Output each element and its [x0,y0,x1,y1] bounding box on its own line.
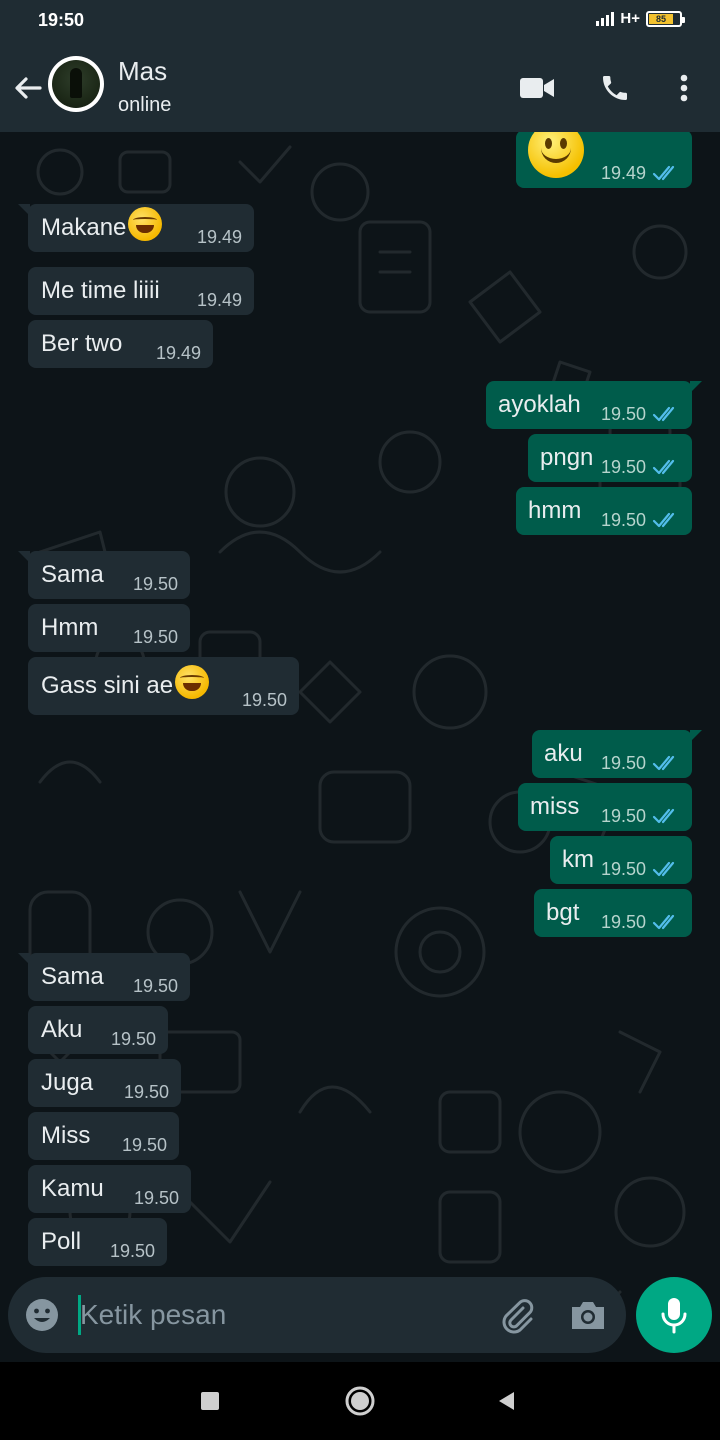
attach-icon[interactable] [496,1295,536,1335]
message-bubble-out[interactable]: pngn 19.50 [528,434,692,482]
message-time: 19.49 [600,163,646,183]
message-bubble-in[interactable]: Juga 19.50 [28,1059,181,1107]
message-bubble-in[interactable]: Me time liiii 19.49 [28,267,254,315]
message-time: 19.50 [132,627,178,647]
message-time: 19.50 [600,404,646,424]
message-time: 19.50 [132,976,178,996]
read-ticks-icon [652,459,675,475]
network-type: H+ [620,10,640,27]
message-time: 19.50 [241,690,287,710]
message-time: 19.49 [155,343,201,363]
contact-status: online [118,94,172,116]
contact-name[interactable]: Mas [118,56,167,87]
message-text: Juga [41,1069,94,1096]
more-options-icon[interactable] [662,66,706,110]
message-time: 19.49 [196,290,242,310]
message-text: pngn [540,444,594,471]
message-bubble-out[interactable]: 19.49 [516,132,692,188]
message-time: 19.50 [133,1188,179,1208]
battery-icon: 85 [646,10,685,27]
emoji-icon[interactable] [24,1297,60,1333]
nav-recents-icon[interactable] [190,1381,230,1421]
phone-icon[interactable] [593,66,637,110]
message-text: aku [544,740,583,767]
message-text: Sama [41,561,104,588]
system-nav-bar [0,1362,720,1440]
message-text: km [562,846,594,873]
message-text: Hmm [41,614,99,641]
message-text: Me time liiii [41,277,160,304]
message-bubble-in[interactable]: Kamu 19.50 [28,1165,191,1213]
message-text: Makane [41,214,127,241]
chat-header: Mas online [0,42,720,132]
message-bubble-in[interactable]: Ber two 19.49 [28,320,213,368]
smile-emoji-icon [528,132,584,178]
read-ticks-icon [652,808,675,824]
video-call-icon[interactable] [515,66,559,110]
read-ticks-icon [652,165,675,181]
message-bubble-in[interactable]: Sama 19.50 [18,551,190,599]
message-bubble-in[interactable]: Gass sini ae 19.50 [28,657,299,715]
message-text: Sama [41,963,104,990]
message-text: Miss [41,1122,91,1149]
message-bubble-in[interactable]: Aku 19.50 [28,1006,168,1054]
message-text: Gass sini ae [41,672,174,699]
message-bubble-in[interactable]: Miss 19.50 [28,1112,179,1160]
message-time: 19.50 [600,806,646,826]
message-bubble-out[interactable]: ayoklah 19.50 [486,381,702,429]
back-arrow-icon[interactable] [8,68,48,108]
message-bubble-in[interactable]: Poll 19.50 [28,1218,167,1266]
message-text: Aku [41,1016,83,1043]
message-time: 19.50 [600,510,646,530]
battery-level: 85 [649,13,673,24]
avatar[interactable] [48,56,104,112]
message-text: Poll [41,1228,82,1255]
message-bubble-in[interactable]: Makane 19.49 [18,204,254,252]
message-time: 19.50 [123,1082,169,1102]
message-time: 19.50 [600,457,646,477]
read-ticks-icon [652,861,675,877]
message-text: hmm [528,497,582,524]
message-composer [8,1277,626,1353]
read-ticks-icon [652,914,675,930]
chat-area[interactable]: 19.49 Makane 19.49 Me time liiii 19.49 B… [0,132,720,1362]
read-ticks-icon [652,512,675,528]
message-time: 19.50 [600,859,646,879]
laughing-emoji-icon [175,665,210,699]
camera-icon[interactable] [568,1297,608,1333]
laughing-emoji-icon [128,207,163,241]
read-ticks-icon [652,406,675,422]
message-bubble-in[interactable]: Sama 19.50 [18,953,190,1001]
message-input[interactable] [80,1291,480,1339]
status-indicators: H+ 85 [596,10,685,27]
status-bar: 19:50 H+ 85 [0,0,720,42]
read-ticks-icon [652,755,675,771]
message-time: 19.50 [110,1029,156,1049]
message-bubble-out[interactable]: km 19.50 [550,836,692,884]
mic-button[interactable] [636,1277,712,1353]
signal-icon [596,11,615,26]
message-bubble-out[interactable]: bgt 19.50 [534,889,692,937]
nav-back-icon[interactable] [486,1381,526,1421]
message-text: Ber two [41,330,123,357]
nav-home-icon[interactable] [340,1381,380,1421]
message-bubble-out[interactable]: hmm 19.50 [516,487,692,535]
message-time: 19.50 [121,1135,167,1155]
message-text: ayoklah [498,391,581,418]
message-time: 19.49 [196,227,242,247]
message-bubble-out[interactable]: miss 19.50 [518,783,692,831]
status-time: 19:50 [38,10,85,30]
mic-icon [661,1298,687,1334]
message-text: Kamu [41,1175,104,1202]
message-time: 19.50 [600,912,646,932]
message-text: miss [530,793,580,820]
message-time: 19.50 [109,1241,155,1261]
message-text: bgt [546,899,580,926]
message-time: 19.50 [132,574,178,594]
message-bubble-in[interactable]: Hmm 19.50 [28,604,190,652]
message-time: 19.50 [600,753,646,773]
message-bubble-out[interactable]: aku 19.50 [532,730,702,778]
